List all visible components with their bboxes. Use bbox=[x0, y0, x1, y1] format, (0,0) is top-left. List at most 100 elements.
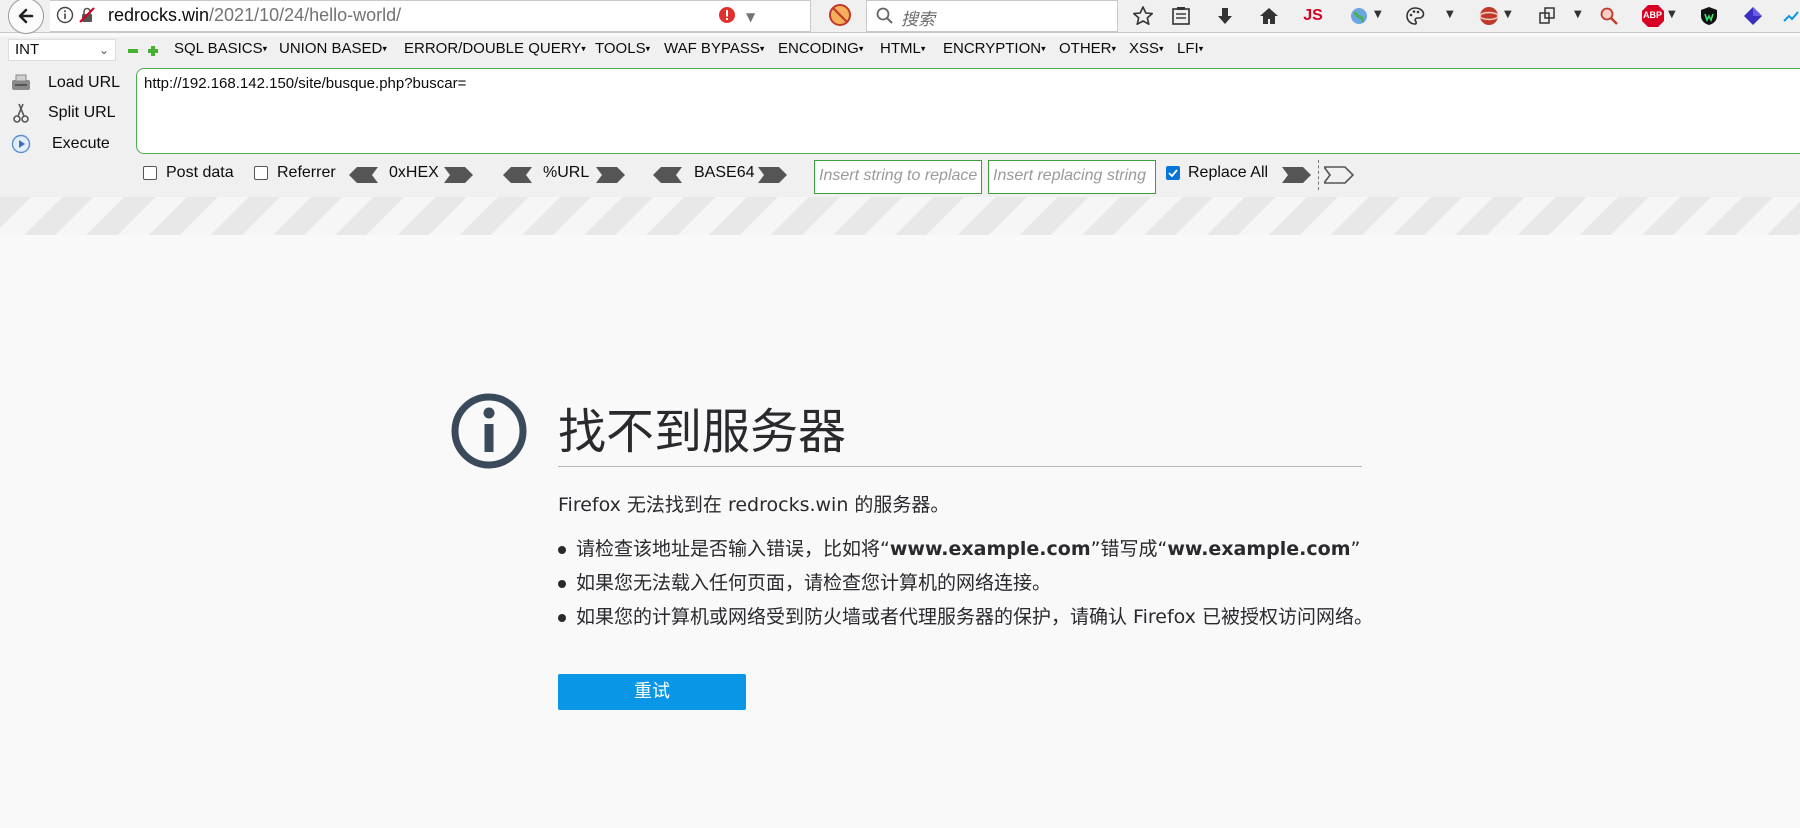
overflow-extension-icon[interactable] bbox=[1778, 3, 1800, 29]
list-item: 请检查该地址是否输入错误，比如将“www.example.com”错写成“ww.… bbox=[558, 532, 1373, 566]
hackbar-panel: Load URL Split URL Execute http://192.16… bbox=[0, 65, 1800, 198]
noscript-icon[interactable] bbox=[828, 3, 852, 27]
replace-all-label: Replace All bbox=[1188, 164, 1269, 181]
error-title: 找不到服务器 bbox=[558, 404, 847, 460]
scissors-icon bbox=[13, 103, 29, 123]
tip-text: ”错写成“ bbox=[1090, 538, 1168, 560]
reader-list-icon[interactable] bbox=[1168, 3, 1194, 29]
url-dropdown-icon[interactable]: ▼ bbox=[746, 10, 755, 24]
menu-label: ERROR/DOUBLE QUERY bbox=[404, 40, 582, 57]
url-path: /2021/10/24/hello-world/ bbox=[209, 5, 402, 25]
replacing-string-input[interactable]: Insert replacing string bbox=[988, 160, 1156, 194]
menu-waf-bypass[interactable]: WAF BYPASS▾ bbox=[664, 40, 764, 57]
hackbar-extension-icon[interactable] bbox=[1476, 3, 1502, 29]
checkmark-icon bbox=[1168, 169, 1178, 178]
inject-type-select[interactable]: INT ⌄ bbox=[8, 39, 116, 61]
load-url-button[interactable]: Load URL bbox=[8, 70, 128, 96]
chevron-down-icon: ⌄ bbox=[98, 43, 109, 57]
back-button[interactable] bbox=[8, 0, 44, 34]
dropdown-arrow-icon: ▾ bbox=[1111, 43, 1117, 54]
palette-icon[interactable] bbox=[1402, 3, 1428, 29]
search-bar[interactable]: 搜索 bbox=[866, 0, 1118, 32]
diamond-extension-icon[interactable] bbox=[1740, 3, 1766, 29]
dropdown-arrow-icon: ▾ bbox=[759, 43, 765, 54]
increase-icon[interactable] bbox=[148, 46, 158, 56]
menu-lfi[interactable]: LFI▾ bbox=[1177, 40, 1203, 57]
adblock-dropdown-icon[interactable]: ▼ bbox=[1668, 9, 1676, 20]
globe-dropdown-icon[interactable]: ▼ bbox=[1374, 9, 1382, 20]
dropdown-arrow-icon: ▾ bbox=[920, 43, 926, 54]
urlenc-label: %URL bbox=[543, 164, 590, 181]
replace-string-input[interactable]: Insert string to replace bbox=[814, 160, 982, 194]
menu-label: TOOLS bbox=[595, 40, 646, 57]
execute-button[interactable]: Execute bbox=[8, 131, 128, 157]
url-textarea[interactable]: http://192.168.142.150/site/busque.php?b… bbox=[136, 68, 1800, 154]
insecure-lock-icon[interactable] bbox=[78, 6, 96, 24]
referrer-checkbox[interactable] bbox=[254, 166, 268, 180]
dropdown-arrow-icon: ▾ bbox=[1159, 43, 1164, 54]
hackbar-options-row: Post data Referrer 0xHEX %URL BASE64 Ins… bbox=[0, 160, 1800, 194]
dropdown-arrow-icon: ▾ bbox=[581, 43, 586, 54]
inject-type-value: INT bbox=[15, 41, 40, 58]
url-text[interactable]: redrocks.win/2021/10/24/hello-world/ bbox=[108, 5, 401, 26]
menu-error-double-query[interactable]: ERROR/DOUBLE QUERY▾ bbox=[404, 40, 586, 57]
base64-decode-icon[interactable] bbox=[652, 166, 682, 184]
magnifier-extension-icon[interactable] bbox=[1596, 3, 1622, 29]
replace-all-checkbox[interactable] bbox=[1166, 166, 1180, 180]
replace-left-to-right-icon[interactable] bbox=[1282, 166, 1312, 184]
menu-union-based[interactable]: UNION BASED▾ bbox=[279, 40, 387, 57]
download-icon[interactable] bbox=[1212, 3, 1238, 29]
menu-encoding[interactable]: ENCODING▾ bbox=[778, 40, 863, 57]
menu-label: XSS bbox=[1129, 40, 1160, 57]
split-url-button[interactable]: Split URL bbox=[8, 100, 128, 126]
tip-bold: www.example.com bbox=[889, 538, 1091, 560]
dropdown-arrow-icon: ▾ bbox=[382, 43, 387, 54]
menu-label: OTHER bbox=[1059, 40, 1112, 57]
post-data-checkbox[interactable] bbox=[143, 166, 157, 180]
dropdown-arrow-icon: ▾ bbox=[1198, 43, 1204, 54]
globe-extension-icon[interactable] bbox=[1346, 3, 1372, 29]
menu-sql-basics[interactable]: SQL BASICS▾ bbox=[174, 40, 267, 57]
base64-encode-icon[interactable] bbox=[758, 166, 788, 184]
menu-other[interactable]: OTHER▾ bbox=[1059, 40, 1116, 57]
hex-label: 0xHEX bbox=[389, 164, 439, 181]
url-textarea-value: http://192.168.142.150/site/busque.php?b… bbox=[144, 75, 467, 92]
menu-label: UNION BASED bbox=[279, 40, 383, 57]
menu-encryption[interactable]: ENCRYPTION▾ bbox=[943, 40, 1046, 57]
warning-icon[interactable] bbox=[718, 6, 736, 24]
decrease-icon[interactable] bbox=[128, 46, 138, 56]
load-url-label: Load URL bbox=[48, 74, 121, 91]
menu-html[interactable]: HTML▾ bbox=[880, 40, 925, 57]
list-item: 如果您的计算机或网络受到防火墙或者代理服务器的保护，请确认 Firefox 已被… bbox=[558, 600, 1373, 634]
tip-text: 如果您的计算机或网络受到防火墙或者代理服务器的保护，请确认 Firefox 已被… bbox=[576, 606, 1373, 628]
menu-xss[interactable]: XSS▾ bbox=[1129, 40, 1164, 57]
resize-dropdown-icon[interactable]: ▼ bbox=[1574, 9, 1582, 20]
url-encode-icon[interactable] bbox=[596, 166, 626, 184]
url-decode-icon[interactable] bbox=[502, 166, 532, 184]
execute-label: Execute bbox=[52, 135, 110, 152]
hex-encode-icon[interactable] bbox=[444, 166, 474, 184]
palette-dropdown-icon[interactable]: ▼ bbox=[1446, 9, 1454, 20]
referrer-label: Referrer bbox=[277, 164, 336, 181]
hex-decode-icon[interactable] bbox=[348, 166, 378, 184]
error-description: Firefox 无法找到在 redrocks.win 的服务器。 bbox=[558, 494, 950, 516]
hackbar-dropdown-icon[interactable]: ▼ bbox=[1504, 9, 1512, 20]
dropdown-arrow-icon: ▾ bbox=[858, 43, 864, 54]
retry-button[interactable]: 重试 bbox=[558, 674, 746, 710]
menu-label: WAF BYPASS bbox=[664, 40, 760, 57]
loading-stripes bbox=[0, 197, 1800, 235]
home-icon[interactable] bbox=[1256, 3, 1282, 29]
menu-label: ENCODING bbox=[778, 40, 859, 57]
shield-extension-icon[interactable] bbox=[1696, 3, 1722, 29]
replace-execute-icon[interactable] bbox=[1324, 166, 1354, 184]
address-bar[interactable]: redrocks.win/2021/10/24/hello-world/ ▼ bbox=[50, 0, 848, 32]
dropdown-arrow-icon: ▾ bbox=[262, 43, 268, 54]
tip-text: ” bbox=[1350, 538, 1361, 560]
window-resize-icon[interactable] bbox=[1534, 3, 1560, 29]
split-url-label: Split URL bbox=[48, 104, 116, 121]
js-switch-icon[interactable]: JS bbox=[1300, 3, 1326, 29]
replacing-string-placeholder: Insert replacing string bbox=[993, 167, 1146, 184]
menu-tools[interactable]: TOOLS▾ bbox=[595, 40, 650, 57]
bookmark-star-icon[interactable] bbox=[1130, 3, 1156, 29]
info-icon[interactable] bbox=[56, 6, 74, 24]
